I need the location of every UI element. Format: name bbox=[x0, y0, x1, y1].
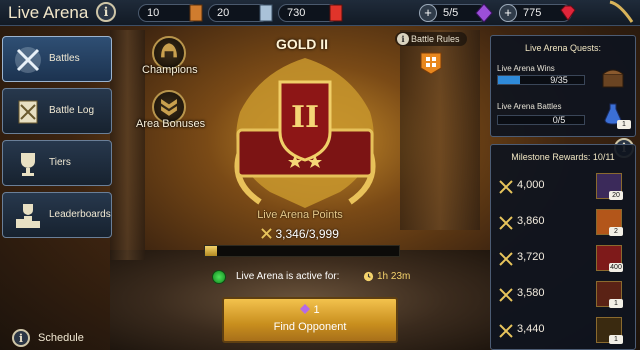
battle-rules-button[interactable]: i Battle Rules bbox=[395, 32, 467, 46]
arena-points-value: 3,346/3,999 bbox=[200, 227, 400, 241]
resource-counter: 10 bbox=[138, 4, 203, 22]
arena-points-bar bbox=[204, 245, 400, 257]
active-timer: 1h 23m bbox=[377, 271, 411, 282]
quest-reward-count: 1 bbox=[617, 120, 631, 129]
points-text: 3,346/3,999 bbox=[275, 227, 339, 241]
menu-item-tiers[interactable]: Tiers bbox=[2, 140, 112, 186]
milestone-points: 4,000 bbox=[517, 179, 545, 191]
resource-value: 5/5 bbox=[443, 7, 459, 19]
area-bonuses-label: Area Bonuses bbox=[136, 118, 206, 130]
resource-value: 20 bbox=[217, 7, 230, 19]
find-opponent-cost: 1 bbox=[224, 304, 396, 316]
find-opponent-label: Find Opponent bbox=[273, 321, 347, 333]
rank-title: GOLD II bbox=[275, 36, 329, 52]
resource-counter: 20 bbox=[208, 4, 273, 22]
schedule-button[interactable]: Schedule bbox=[38, 332, 84, 344]
milestone-reward-count: 400 bbox=[609, 263, 623, 272]
back-arrow-icon[interactable] bbox=[606, 0, 638, 26]
silver-key-icon bbox=[189, 4, 203, 22]
milestone-points: 3,720 bbox=[517, 251, 545, 263]
rank-emblem: II bbox=[234, 58, 376, 208]
milestone-points: 3,580 bbox=[517, 287, 545, 299]
active-status-label: Live Arena is active for: bbox=[236, 271, 340, 282]
milestone-reward-count: 1 bbox=[609, 299, 623, 308]
milestone-panel: Milestone Rewards: 10/11 4,000 20 3,860 2 3,… bbox=[490, 144, 636, 350]
info-icon[interactable]: i bbox=[12, 329, 30, 347]
milestone-reward-icon[interactable]: 400 bbox=[596, 245, 623, 272]
gold-key-icon bbox=[329, 4, 343, 22]
milestone-points: 3,860 bbox=[517, 215, 545, 227]
arena-token-icon bbox=[300, 304, 311, 314]
milestone-row: 3,720 400 bbox=[491, 243, 637, 273]
add-gem-button[interactable]: + bbox=[499, 4, 517, 22]
milestone-points: 3,440 bbox=[517, 323, 545, 335]
resource-value: 775 bbox=[523, 7, 542, 19]
gem-icon bbox=[560, 5, 576, 21]
active-status: Live Arena is active for: 1h 23m bbox=[212, 268, 412, 286]
silver-key-icon bbox=[259, 4, 273, 22]
schedule-label: Schedule bbox=[38, 332, 84, 344]
milestone-row: 3,580 1 bbox=[491, 279, 637, 309]
milestone-reward-count: 2 bbox=[609, 227, 623, 236]
menu-label: Tiers bbox=[49, 157, 71, 168]
menu-item-leaderboards[interactable]: Leaderboards bbox=[2, 192, 112, 238]
crossed-swords-icon bbox=[499, 180, 513, 194]
crossed-swords-icon bbox=[499, 252, 513, 266]
arena-token-icon bbox=[475, 3, 493, 23]
menu-item-battles[interactable]: Battles bbox=[2, 36, 112, 82]
top-bar: Live Arena i 10 20 730 + 5/5 + 775 bbox=[0, 0, 640, 26]
menu-label: Battles bbox=[49, 53, 80, 64]
active-dot-icon bbox=[212, 270, 226, 284]
info-icon: i bbox=[397, 33, 409, 45]
milestone-reward-icon[interactable]: 1 bbox=[596, 317, 623, 344]
menu-label: Battle Log bbox=[49, 105, 95, 116]
cost-value: 1 bbox=[313, 304, 320, 316]
treasure-chest-icon[interactable] bbox=[601, 66, 625, 90]
battle-rules-label: Battle Rules bbox=[411, 34, 460, 44]
trophy-icon bbox=[21, 153, 35, 176]
crossed-swords-icon bbox=[499, 324, 513, 338]
clock-icon bbox=[363, 271, 374, 282]
scroll-swords-icon bbox=[18, 100, 38, 124]
champions-label: Champions bbox=[142, 64, 198, 76]
resource-value: 730 bbox=[287, 7, 306, 19]
quests-panel: Live Arena Quests: Live Arena Wins 9/35 … bbox=[490, 35, 636, 137]
quest-progress: 0/5 bbox=[552, 115, 566, 125]
quest-progress: 9/35 bbox=[550, 75, 568, 85]
rank-roman: II bbox=[291, 100, 319, 135]
rules-badge-icon[interactable] bbox=[418, 50, 444, 76]
resource-value: 10 bbox=[147, 7, 160, 19]
arena-points-bar-fill bbox=[205, 246, 217, 256]
crossed-swords-icon bbox=[499, 288, 513, 302]
add-token-button[interactable]: + bbox=[419, 4, 437, 22]
milestone-reward-count: 20 bbox=[609, 191, 623, 200]
milestone-row: 4,000 20 bbox=[491, 171, 637, 201]
gem-counter: + 775 bbox=[499, 4, 576, 22]
arena-points-label: Live Arena Points bbox=[257, 209, 343, 221]
quests-title: Live Arena Quests: bbox=[524, 43, 602, 53]
page-title: Live Arena bbox=[8, 3, 89, 22]
crossed-swords-icon bbox=[499, 216, 513, 230]
find-opponent-button[interactable]: 1 Find Opponent bbox=[222, 297, 398, 343]
milestone-reward-count: 1 bbox=[609, 335, 623, 344]
crossed-swords-icon bbox=[15, 47, 41, 73]
resource-counter: 730 bbox=[278, 4, 343, 22]
crossed-swords-icon bbox=[261, 228, 272, 239]
menu-item-battle-log[interactable]: Battle Log bbox=[2, 88, 112, 134]
menu-label: Leaderboards bbox=[49, 209, 111, 220]
arena-token-counter: + 5/5 bbox=[419, 3, 493, 23]
milestone-row: 3,440 1 bbox=[491, 315, 637, 345]
milestone-title: Milestone Rewards: 10/11 bbox=[511, 152, 615, 162]
arena-pillar bbox=[110, 30, 145, 260]
podium-trophy-icon bbox=[16, 204, 40, 228]
info-icon[interactable]: i bbox=[96, 2, 116, 22]
milestone-reward-icon[interactable]: 20 bbox=[596, 173, 623, 200]
milestone-reward-icon[interactable]: 2 bbox=[596, 209, 623, 236]
milestone-reward-icon[interactable]: 1 bbox=[596, 281, 623, 308]
milestone-row: 3,860 2 bbox=[491, 207, 637, 237]
